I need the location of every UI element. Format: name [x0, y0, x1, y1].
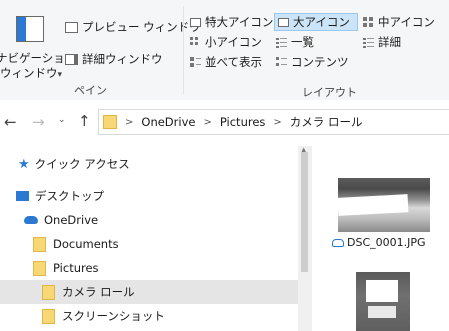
chevron-down-icon: ▾ [57, 70, 63, 80]
file-name-row: DSC_0001.JPG [332, 236, 426, 249]
breadcrumb-onedrive[interactable]: OneDrive [141, 115, 195, 129]
nav-item-screenshots[interactable]: スクリーンショット [0, 304, 298, 328]
layout-item-label: 一覧 [291, 35, 314, 49]
layout-group-label: レイアウト [302, 86, 357, 99]
details-icon [363, 37, 374, 48]
nav-item-label: OneDrive [44, 213, 99, 227]
forward-icon[interactable]: → [32, 113, 45, 131]
folder-icon [42, 284, 55, 300]
layout-item-label: コンテンツ [291, 55, 349, 69]
layout-item-label: 詳細 [378, 35, 401, 49]
folder-icon [42, 308, 55, 324]
nav-item-onedrive[interactable]: OneDrive [0, 208, 298, 232]
up-icon[interactable]: ↑ [78, 112, 91, 130]
layout-item-label: 小アイコン [205, 35, 262, 49]
preview-pane-icon [65, 21, 78, 33]
nav-item-label: カメラ ロール [62, 285, 135, 299]
folder-icon [33, 236, 46, 252]
back-icon[interactable]: ← [4, 113, 17, 131]
nav-item-quick-access[interactable]: ★ クイック アクセス [0, 152, 298, 176]
list-icon [276, 37, 287, 48]
nav-item-desktop[interactable]: デスクトップ [0, 184, 298, 208]
nav-item-pictures[interactable]: Pictures [0, 256, 298, 280]
navigation-bar: ← → ⌄ ↑ > OneDrive > Pictures > カメラ ロール [0, 100, 449, 146]
medium-icons-icon [363, 16, 374, 28]
content-icon [276, 56, 287, 68]
cloud-icon [24, 216, 38, 224]
details-pane-button[interactable]: 詳細ウィンドウ [65, 50, 163, 68]
details-pane-icon [65, 53, 78, 65]
nav-item-label: Documents [53, 237, 119, 251]
folder-icon [103, 115, 117, 129]
layout-item-label: 並べて表示 [205, 55, 263, 69]
breadcrumb-pictures[interactable]: Pictures [220, 115, 266, 129]
ribbon-divider [183, 6, 184, 94]
file-item[interactable]: DSC_0001.JPG [332, 174, 437, 262]
nav-item-label: デスクトップ [35, 189, 104, 203]
file-view: DSC_0001.JPG [312, 146, 449, 331]
desktop-icon [16, 191, 29, 201]
recent-locations-chevron-icon[interactable]: ⌄ [58, 115, 66, 125]
cloud-status-icon [332, 238, 344, 247]
breadcrumb-separator-icon: > [203, 116, 212, 128]
nav-item-camera-roll[interactable]: カメラ ロール [0, 280, 298, 304]
nav-item-label: スクリーンショット [62, 309, 165, 323]
pane-group-label: ペイン [74, 84, 107, 97]
layout-extra-large-icons[interactable]: 特大アイコン [190, 13, 274, 31]
nav-item-label: クイック アクセス [34, 157, 130, 171]
navigation-pane-label-line2: ウィンドウ [0, 66, 58, 80]
small-icons-icon [190, 36, 201, 48]
layout-tiles[interactable]: 並べて表示 [190, 53, 274, 71]
image-thumbnail [338, 178, 430, 232]
layout-item-label: 大アイコン [293, 15, 350, 29]
layout-list[interactable]: 一覧 [276, 33, 360, 51]
tiles-icon [190, 56, 201, 68]
navigation-pane-button[interactable]: ナビゲーション ウィンドウ▾ [0, 6, 77, 81]
preview-pane-button[interactable]: プレビュー ウィンドウ [65, 18, 201, 36]
ribbon: ナビゲーション ウィンドウ▾ プレビュー ウィンドウ 詳細ウィンドウ ペイン 特… [0, 0, 449, 101]
navigation-pane-label: ナビゲーション [0, 51, 77, 65]
file-name: DSC_0001.JPG [347, 236, 426, 249]
layout-medium-icons[interactable]: 中アイコン [363, 13, 443, 31]
address-box[interactable]: > OneDrive > Pictures > カメラ ロール [98, 109, 449, 135]
breadcrumb-separator-icon: > [125, 116, 134, 128]
nav-item-documents[interactable]: Documents [0, 232, 298, 256]
nav-item-label: Pictures [53, 261, 99, 275]
star-icon: ★ [18, 156, 30, 172]
large-icons-icon [278, 17, 289, 27]
extra-large-icons-icon [190, 17, 201, 27]
breadcrumb-camera-roll[interactable]: カメラ ロール [290, 114, 363, 130]
layout-large-icons[interactable]: 大アイコン [274, 13, 358, 31]
details-pane-label: 詳細ウィンドウ [82, 52, 163, 66]
navigation-pane: ★ クイック アクセス デスクトップ OneDrive Documents Pi… [0, 146, 298, 331]
navigation-pane-icon [16, 16, 44, 42]
navigation-pane-label-2: ウィンドウ▾ [0, 65, 63, 81]
layout-content[interactable]: コンテンツ [276, 53, 360, 71]
layout-details[interactable]: 詳細 [363, 33, 443, 51]
layout-small-icons[interactable]: 小アイコン [190, 33, 274, 51]
layout-item-label: 特大アイコン [205, 15, 274, 29]
folder-icon [33, 260, 46, 276]
breadcrumb-separator-icon: > [273, 116, 282, 128]
scrollbar-thumb[interactable] [301, 152, 308, 272]
image-thumbnail[interactable] [356, 272, 410, 331]
layout-item-label: 中アイコン [378, 15, 435, 29]
